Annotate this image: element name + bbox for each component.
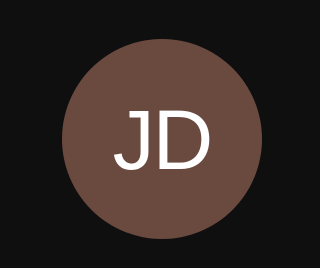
clipped-subscribe-button[interactable] bbox=[277, 189, 285, 219]
avatar-initials: JD bbox=[112, 93, 214, 187]
clipped-channel-handle[interactable] bbox=[279, 110, 285, 130]
clipped-channel-name bbox=[279, 73, 285, 91]
channel-header: JD bbox=[0, 0, 285, 268]
channel-avatar[interactable]: JD bbox=[62, 39, 262, 239]
clipped-channel-meta bbox=[279, 146, 285, 164]
